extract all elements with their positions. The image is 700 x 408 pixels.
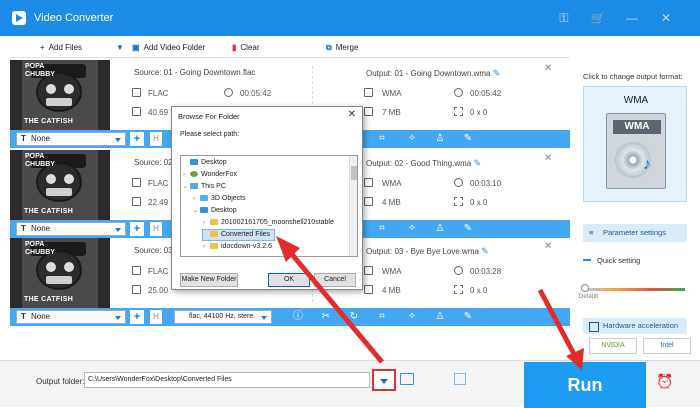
annotation-arrow-run bbox=[537, 288, 577, 356]
annotation-arrow-folder bbox=[288, 250, 384, 364]
annotation-arrows bbox=[276, 236, 584, 370]
